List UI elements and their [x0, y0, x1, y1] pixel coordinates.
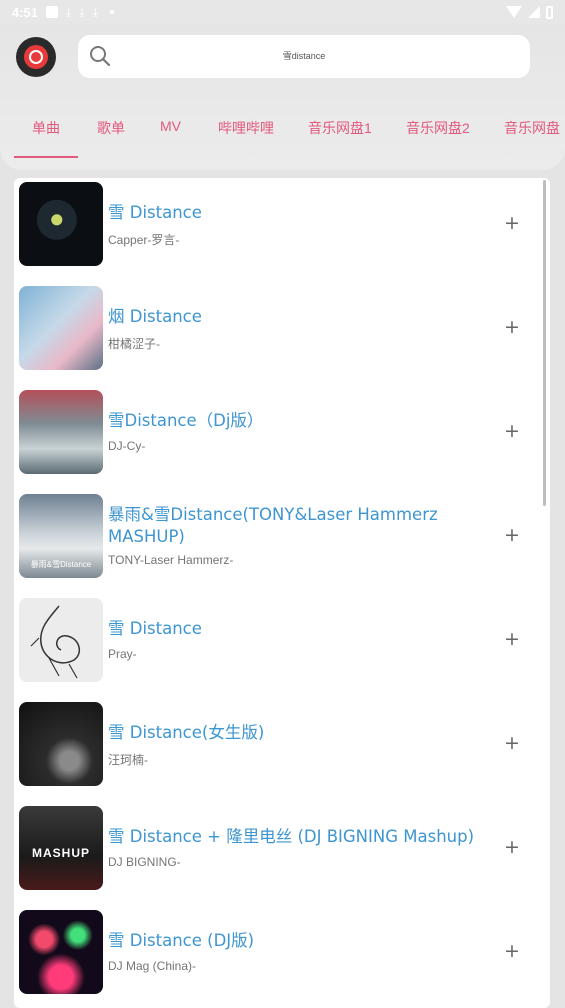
tab-cloud-1[interactable]: 音乐网盘1 — [308, 118, 372, 138]
song-cover: 暴雨&雪Distance — [19, 494, 103, 578]
tab-cloud-2[interactable]: 音乐网盘2 — [406, 118, 470, 138]
song-title: 雪Distance（Dj版） — [108, 411, 264, 430]
song-artist: 汪珂楠- — [108, 753, 148, 767]
active-tab-indicator — [14, 156, 78, 158]
tab-bilibili[interactable]: 哔哩哔哩 — [218, 118, 274, 138]
song-cover — [19, 390, 103, 474]
add-button[interactable]: + — [504, 836, 520, 858]
song-artist: DJ-Cy- — [108, 439, 146, 453]
list-item[interactable]: MASHUP 雪 Distance + 隆里电丝 (DJ BIGNING Mas… — [14, 802, 550, 906]
song-artist: Pray- — [108, 647, 137, 661]
add-button[interactable]: + — [504, 628, 520, 650]
status-right — [506, 5, 553, 19]
song-cover — [19, 286, 103, 370]
status-left: 4:51 ⤓ ⤓ ⤓ — [12, 5, 114, 20]
list-item[interactable]: 烟 Distance 柑橘涩子- + — [14, 282, 550, 386]
wifi-icon — [506, 6, 522, 18]
song-artist: 柑橘涩子- — [108, 337, 160, 351]
list-item[interactable]: 雪 Distance Capper-罗言- + — [14, 178, 550, 282]
song-title: 暴雨&雪Distance(TONY&Laser Hammerz MASHUP) — [108, 505, 438, 546]
tab-playlist[interactable]: 歌单 — [97, 118, 125, 138]
status-bar: 4:51 ⤓ ⤓ ⤓ — [0, 0, 565, 24]
song-cover — [19, 598, 103, 682]
song-cover — [19, 910, 103, 994]
search-query: 雪distance — [282, 51, 326, 61]
add-button[interactable]: + — [504, 212, 520, 234]
tab-single[interactable]: 单曲 — [32, 118, 60, 138]
song-cover: MASHUP — [19, 806, 103, 890]
song-title: 雪 Distance — [108, 203, 202, 222]
scrollbar[interactable] — [543, 180, 546, 506]
list-item[interactable]: 雪 Distance Pray- + — [14, 594, 550, 698]
add-button[interactable]: + — [504, 524, 520, 546]
song-title: 雪 Distance (DJ版) — [108, 931, 255, 950]
add-button[interactable]: + — [504, 732, 520, 754]
battery-icon — [546, 5, 553, 19]
song-list[interactable]: 雪 Distance Capper-罗言- + 烟 Distance 柑橘涩子-… — [14, 178, 550, 1008]
list-item[interactable]: 暴雨&雪Distance 暴雨&雪Distance(TONY&Laser Ham… — [14, 490, 550, 594]
list-item[interactable]: 雪 Distance(女生版) 汪珂楠- + — [14, 698, 550, 802]
top-bar: 雪distance 单曲 歌单 MV 哔哩哔哩 音乐网盘1 音乐网盘2 音乐网盘 — [0, 24, 565, 170]
tab-bar: 单曲 歌单 MV 哔哩哔哩 音乐网盘1 音乐网盘2 音乐网盘 — [0, 118, 565, 158]
search-input[interactable]: 雪distance — [78, 35, 530, 78]
status-time: 4:51 — [12, 4, 39, 20]
download-icon: ⤓ — [92, 5, 98, 19]
song-artist: DJ BIGNING- — [108, 855, 181, 869]
list-item[interactable]: 雪 Distance (DJ版) DJ Mag (China)- + — [14, 906, 550, 1008]
song-cover — [19, 702, 103, 786]
tab-cloud-3[interactable]: 音乐网盘 — [504, 118, 560, 138]
song-title: 雪 Distance — [108, 619, 202, 638]
cover-caption: MASHUP — [31, 846, 90, 860]
song-artist: TONY-Laser Hammerz- — [108, 553, 234, 567]
list-item[interactable]: 雪Distance（Dj版） DJ-Cy- + — [14, 386, 550, 490]
more-notifications-icon — [109, 10, 114, 14]
add-button[interactable]: + — [504, 940, 520, 962]
song-title: 雪 Distance(女生版) — [108, 723, 265, 742]
signal-icon — [528, 6, 540, 18]
song-artist: DJ Mag (China)- — [108, 959, 197, 973]
add-button[interactable]: + — [504, 420, 520, 442]
cover-caption: 暴雨&雪Distance — [30, 560, 92, 569]
add-button[interactable]: + — [504, 316, 520, 338]
app-logo-icon[interactable] — [16, 37, 56, 77]
song-cover — [19, 182, 103, 266]
dragon-sketch-icon — [30, 605, 81, 679]
song-title: 雪 Distance + 隆里电丝 (DJ BIGNING Mashup) — [108, 827, 475, 846]
song-artist: Capper-罗言- — [108, 233, 180, 247]
song-title: 烟 Distance — [108, 307, 202, 326]
download-icon: ⤓ — [66, 5, 72, 19]
tab-mv[interactable]: MV — [160, 118, 181, 134]
notification-icon — [46, 6, 59, 18]
download-icon: ⤓ — [79, 5, 85, 19]
